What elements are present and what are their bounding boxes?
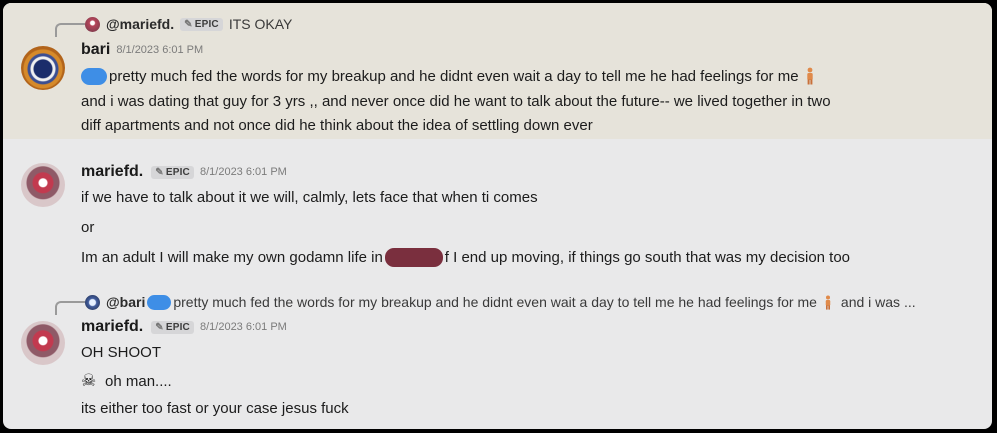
message-line: and i was dating that guy for 3 yrs ,, a…: [81, 93, 831, 110]
pen-icon: ✎: [155, 321, 164, 333]
replied-user-avatar: [85, 294, 100, 310]
reply-spine: [55, 23, 85, 37]
message-header: mariefd. ✎ EPIC 8/1/2023 6:01 PM: [81, 318, 287, 336]
chat-window: @mariefd. ✎ EPIC ITS OKAY bari 8/1/2023 6…: [3, 3, 992, 429]
message-line: pretty much fed the words for my breakup…: [81, 67, 815, 85]
replied-username[interactable]: @bari: [106, 294, 145, 310]
author-name[interactable]: mariefd.: [81, 318, 143, 336]
message-line: or: [81, 219, 95, 236]
message-header: bari 8/1/2023 6:01 PM: [81, 41, 203, 59]
replied-username[interactable]: @mariefd.: [106, 16, 174, 32]
reply-text: ITS OKAY: [228, 16, 293, 32]
redacted-mention: [147, 294, 172, 310]
timestamp: 8/1/2023 6:01 PM: [116, 44, 204, 56]
author-name[interactable]: mariefd.: [81, 163, 143, 181]
epic-badge: ✎ EPIC: [151, 165, 194, 179]
epic-badge: ✎ EPIC: [151, 320, 194, 334]
skull-icon: ☠: [81, 371, 97, 390]
message-line: diff apartments and not once did he thin…: [81, 117, 593, 134]
timestamp: 8/1/2023 6:01 PM: [199, 166, 287, 178]
person-icon: [825, 295, 831, 310]
redacted-location: [384, 248, 443, 267]
reply-text: pretty much fed the words for my breakup…: [173, 294, 817, 310]
redacted-mention: [81, 67, 107, 85]
avatar[interactable]: [21, 163, 65, 207]
message-line: if we have to talk about it we will, cal…: [81, 189, 538, 206]
epic-badge: ✎ EPIC: [180, 17, 223, 31]
message-line: its either too fast or your case jesus f…: [81, 400, 349, 417]
reply-preview[interactable]: @bari pretty much fed the words for my b…: [85, 293, 916, 311]
replied-user-avatar: [85, 16, 100, 32]
reply-preview[interactable]: @mariefd. ✎ EPIC ITS OKAY: [85, 15, 292, 33]
author-name[interactable]: bari: [81, 41, 110, 59]
message-line: OH SHOOT: [81, 344, 162, 361]
reply-spine: [55, 301, 85, 315]
avatar[interactable]: [21, 321, 65, 365]
message-header: mariefd. ✎ EPIC 8/1/2023 6:01 PM: [81, 163, 287, 181]
pen-icon: ✎: [155, 166, 164, 178]
pen-icon: ✎: [184, 18, 193, 30]
avatar[interactable]: [21, 46, 65, 90]
person-icon: [806, 67, 813, 85]
reply-text-suffix: and i was ...: [840, 294, 916, 310]
message-line: Im an adult I will make my own godamn li…: [81, 248, 851, 267]
timestamp: 8/1/2023 6:01 PM: [199, 321, 287, 333]
message-line: ☠ oh man....: [81, 371, 172, 390]
